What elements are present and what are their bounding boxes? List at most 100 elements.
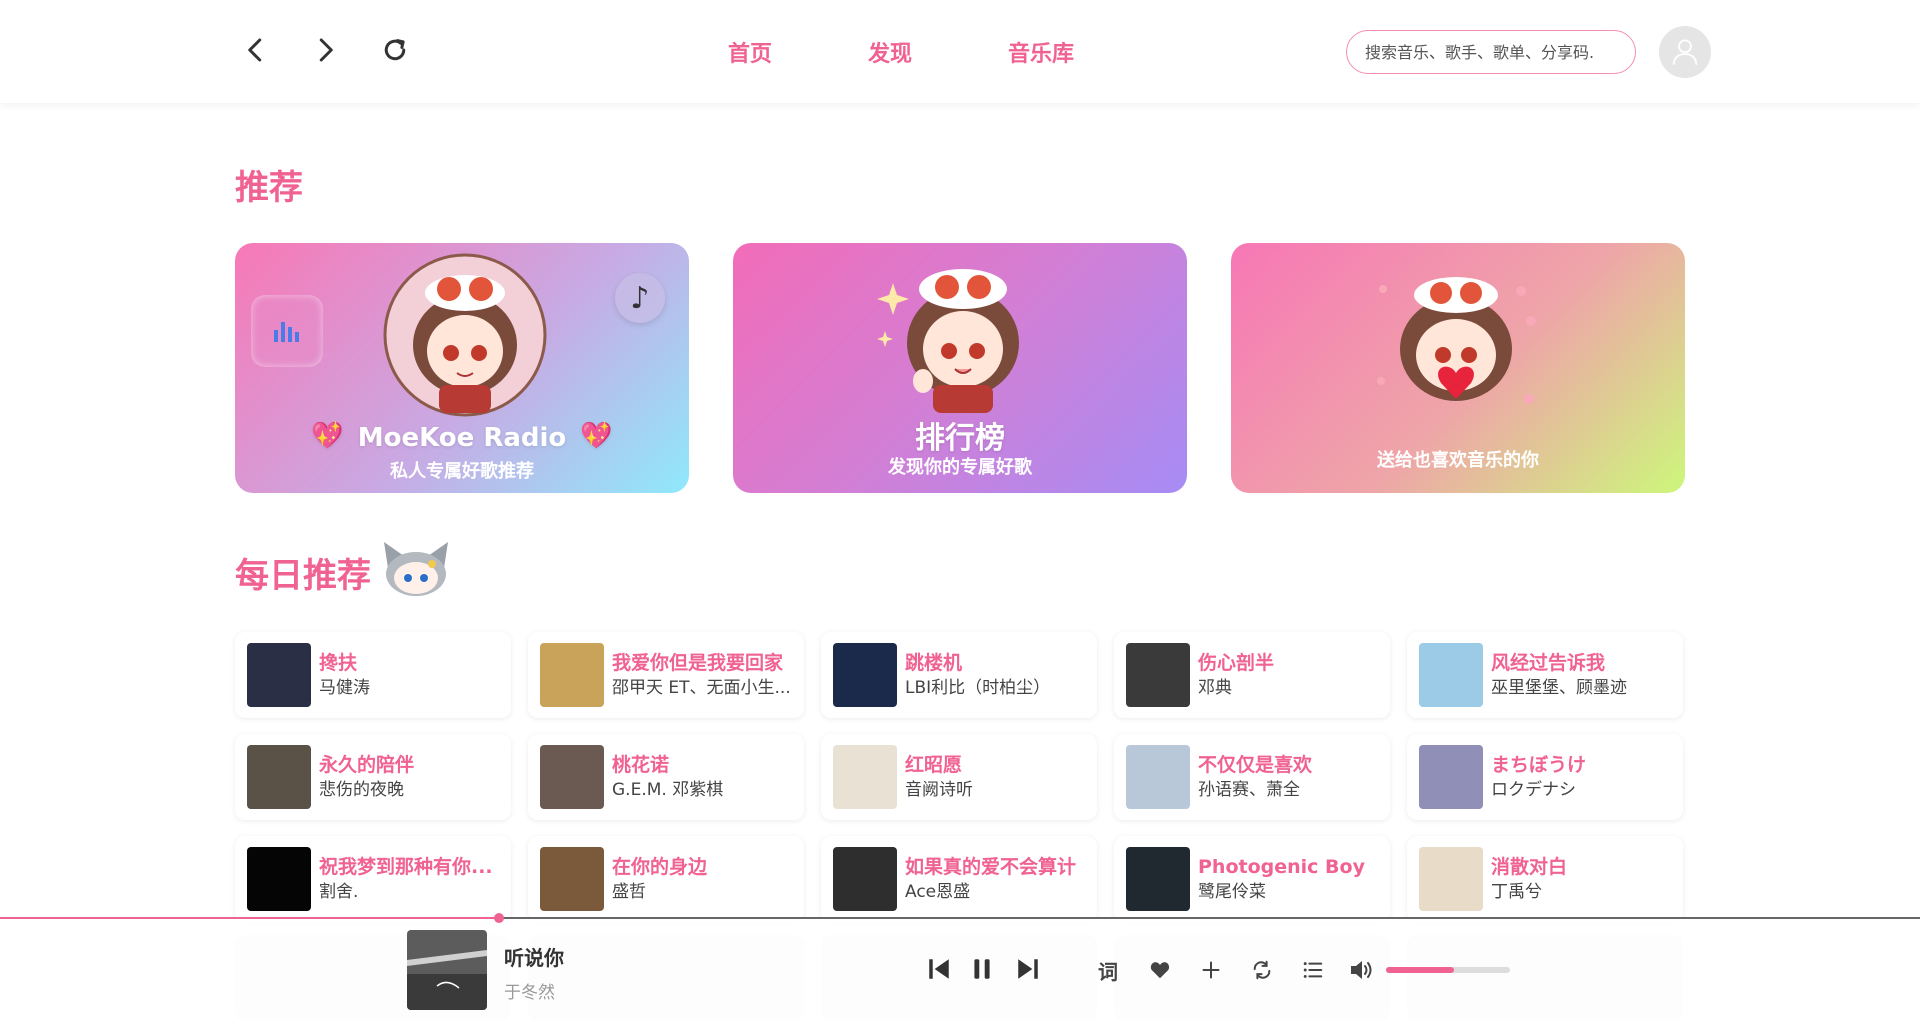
song-artist: 马健涛 — [319, 678, 370, 698]
like-button[interactable] — [1145, 955, 1175, 985]
song-text: 永久的陪伴悲伤的夜晚 — [319, 752, 509, 802]
song-cover — [1419, 643, 1483, 707]
song-cover — [833, 643, 897, 707]
song-cover — [540, 745, 604, 809]
equalizer-icon — [251, 295, 323, 367]
user-icon — [1672, 39, 1698, 65]
song-text: まちぼうけ ロクデナシ — [1491, 752, 1681, 802]
anime-avatar-illustration — [383, 253, 547, 417]
song-artist: 音阙诗听 — [905, 780, 973, 800]
volume-slider[interactable] — [1386, 967, 1510, 973]
refresh-button[interactable] — [375, 30, 415, 70]
song-artist: 邓典 — [1198, 678, 1232, 698]
pause-button[interactable] — [966, 953, 998, 985]
cat-girl-sticker-icon — [384, 542, 448, 596]
tab-discover[interactable]: 发现 — [868, 36, 912, 68]
playlist-queue-button[interactable] — [1298, 955, 1328, 985]
song-text: 伤心剖半 邓典 — [1198, 650, 1388, 700]
song-text: 消散对白 丁禹兮 — [1491, 854, 1681, 904]
song-artist: 割舍. — [319, 882, 359, 902]
song-title: 祝我梦到那种有你... — [319, 856, 493, 878]
song-text: 桃花诺 G.E.M. 邓紫棋 — [612, 752, 802, 802]
song-title: 永久的陪伴 — [319, 754, 415, 776]
song-text: 我爱你但是我要回家 邵甲天 ET、无面小生... — [612, 650, 802, 700]
next-track-button[interactable] — [1012, 953, 1044, 985]
song-title: Photogenic Boy — [1198, 856, 1365, 878]
now-playing-cover[interactable] — [407, 930, 487, 1010]
add-to-playlist-button[interactable] — [1196, 955, 1226, 985]
song-cover — [833, 847, 897, 911]
song-card[interactable]: 跳楼机 LBI利比（时柏尘） — [821, 632, 1097, 718]
repeat-mode-button[interactable] — [1247, 955, 1277, 985]
song-artist: 盛哲 — [612, 882, 646, 902]
skip-next-icon — [1018, 959, 1038, 979]
daily-songs-grid: 搀扶 马健涛 我爱你但是我要回家 邵甲天 ET、无面小生... 跳楼机 LBI利比（时柏尘… — [235, 632, 1685, 922]
repeat-icon — [1253, 960, 1271, 980]
song-card[interactable]: 搀扶 马健涛 — [235, 632, 511, 718]
heart-icon: 💖 — [311, 421, 344, 451]
song-card[interactable]: 桃花诺 G.E.M. 邓紫棋 — [528, 734, 804, 820]
chevron-left-icon — [248, 38, 262, 62]
song-card[interactable]: 我爱你但是我要回家 邵甲天 ET、无面小生... — [528, 632, 804, 718]
song-cover — [540, 847, 604, 911]
player-bar — [0, 917, 1920, 1020]
app-window: 首页 发现 音乐库 推荐 ♪ — [0, 0, 1920, 1020]
song-card[interactable]: 如果真的爱不会算计 Ace恩盛 — [821, 836, 1097, 922]
forward-button[interactable] — [305, 30, 345, 70]
song-card[interactable]: 不仅仅是喜欢 孙语赛、萧全 — [1114, 734, 1390, 820]
song-cover — [1126, 643, 1190, 707]
song-cover — [1419, 745, 1483, 809]
song-title: 如果真的爱不会算计 — [905, 856, 1077, 878]
radio-subtitle: 私人专属好歌推荐 — [390, 461, 534, 482]
song-cover — [247, 847, 311, 911]
gift-subtitle: 送给也喜欢音乐的你 — [1377, 450, 1539, 471]
song-card[interactable]: 风经过告诉我 巫里堡堡、顾墨迹 — [1407, 632, 1683, 718]
gift-card[interactable]: 送给也喜欢音乐的你 — [1231, 243, 1685, 493]
song-artist: 巫里堡堡、顾墨迹 — [1491, 678, 1627, 698]
previous-track-button[interactable] — [923, 953, 955, 985]
charts-subtitle: 发现你的专属好歌 — [888, 457, 1032, 478]
song-artist: LBI利比（时柏尘） — [905, 678, 1051, 698]
radio-title: 💖 MoeKoe Radio 💖 — [311, 421, 613, 453]
refresh-icon — [384, 39, 406, 61]
tab-library[interactable]: 音乐库 — [1008, 36, 1074, 68]
daily-section-title: 每日推荐 — [235, 556, 371, 596]
song-title: まちぼうけ — [1491, 754, 1587, 776]
song-cover — [247, 745, 311, 809]
song-artist: 丁禹兮 — [1491, 882, 1542, 902]
song-artist: 悲伤的夜晚 — [319, 780, 404, 800]
song-cover — [540, 643, 604, 707]
user-avatar[interactable] — [1659, 26, 1711, 78]
search-input[interactable] — [1346, 30, 1636, 74]
song-card[interactable]: 红昭愿 音阙诗听 — [821, 734, 1097, 820]
chevron-right-icon — [319, 38, 333, 62]
song-text: 红昭愿 音阙诗听 — [905, 752, 1095, 802]
song-card[interactable]: 伤心剖半 邓典 — [1114, 632, 1390, 718]
main-tabs: 首页 发现 音乐库 — [728, 36, 1074, 68]
song-text: 风经过告诉我 巫里堡堡、顾墨迹 — [1491, 650, 1681, 700]
moekoe-radio-card[interactable]: ♪ 💖 MoeKoe Radio 💖 私人专属好歌推荐 — [235, 243, 689, 493]
anime-heart-illustration — [1377, 277, 1536, 404]
volume-fill — [1386, 967, 1455, 973]
heart-icon: 💖 — [580, 421, 613, 451]
song-card[interactable]: 永久的陪伴悲伤的夜晚 — [235, 734, 511, 820]
song-card[interactable]: まちぼうけ ロクデナシ — [1407, 734, 1683, 820]
song-title: 桃花诺 — [612, 754, 670, 776]
song-artist: 鹭尾伶菜 — [1198, 882, 1266, 902]
recommend-section-title: 推荐 — [235, 168, 303, 208]
song-title: 消散对白 — [1491, 856, 1568, 878]
tab-home[interactable]: 首页 — [728, 36, 772, 68]
lyrics-button[interactable]: 词 — [1094, 954, 1122, 986]
now-playing-artist[interactable]: 于冬然 — [504, 978, 555, 1003]
song-cover — [247, 643, 311, 707]
back-button[interactable] — [236, 30, 276, 70]
song-card[interactable]: 在你的身边 盛哲 — [528, 836, 804, 922]
song-text: 搀扶 马健涛 — [319, 650, 509, 700]
music-note-icon: ♪ — [615, 273, 665, 323]
charts-card[interactable]: 排行榜 发现你的专属好歌 — [733, 243, 1187, 493]
playback-progress-bar[interactable] — [0, 913, 1920, 923]
song-card[interactable]: Photogenic Boy 鹭尾伶菜 — [1114, 836, 1390, 922]
song-card[interactable]: 消散对白 丁禹兮 — [1407, 836, 1683, 922]
volume-button[interactable] — [1346, 955, 1378, 985]
song-card[interactable]: 祝我梦到那种有你... 割舍. — [235, 836, 511, 922]
